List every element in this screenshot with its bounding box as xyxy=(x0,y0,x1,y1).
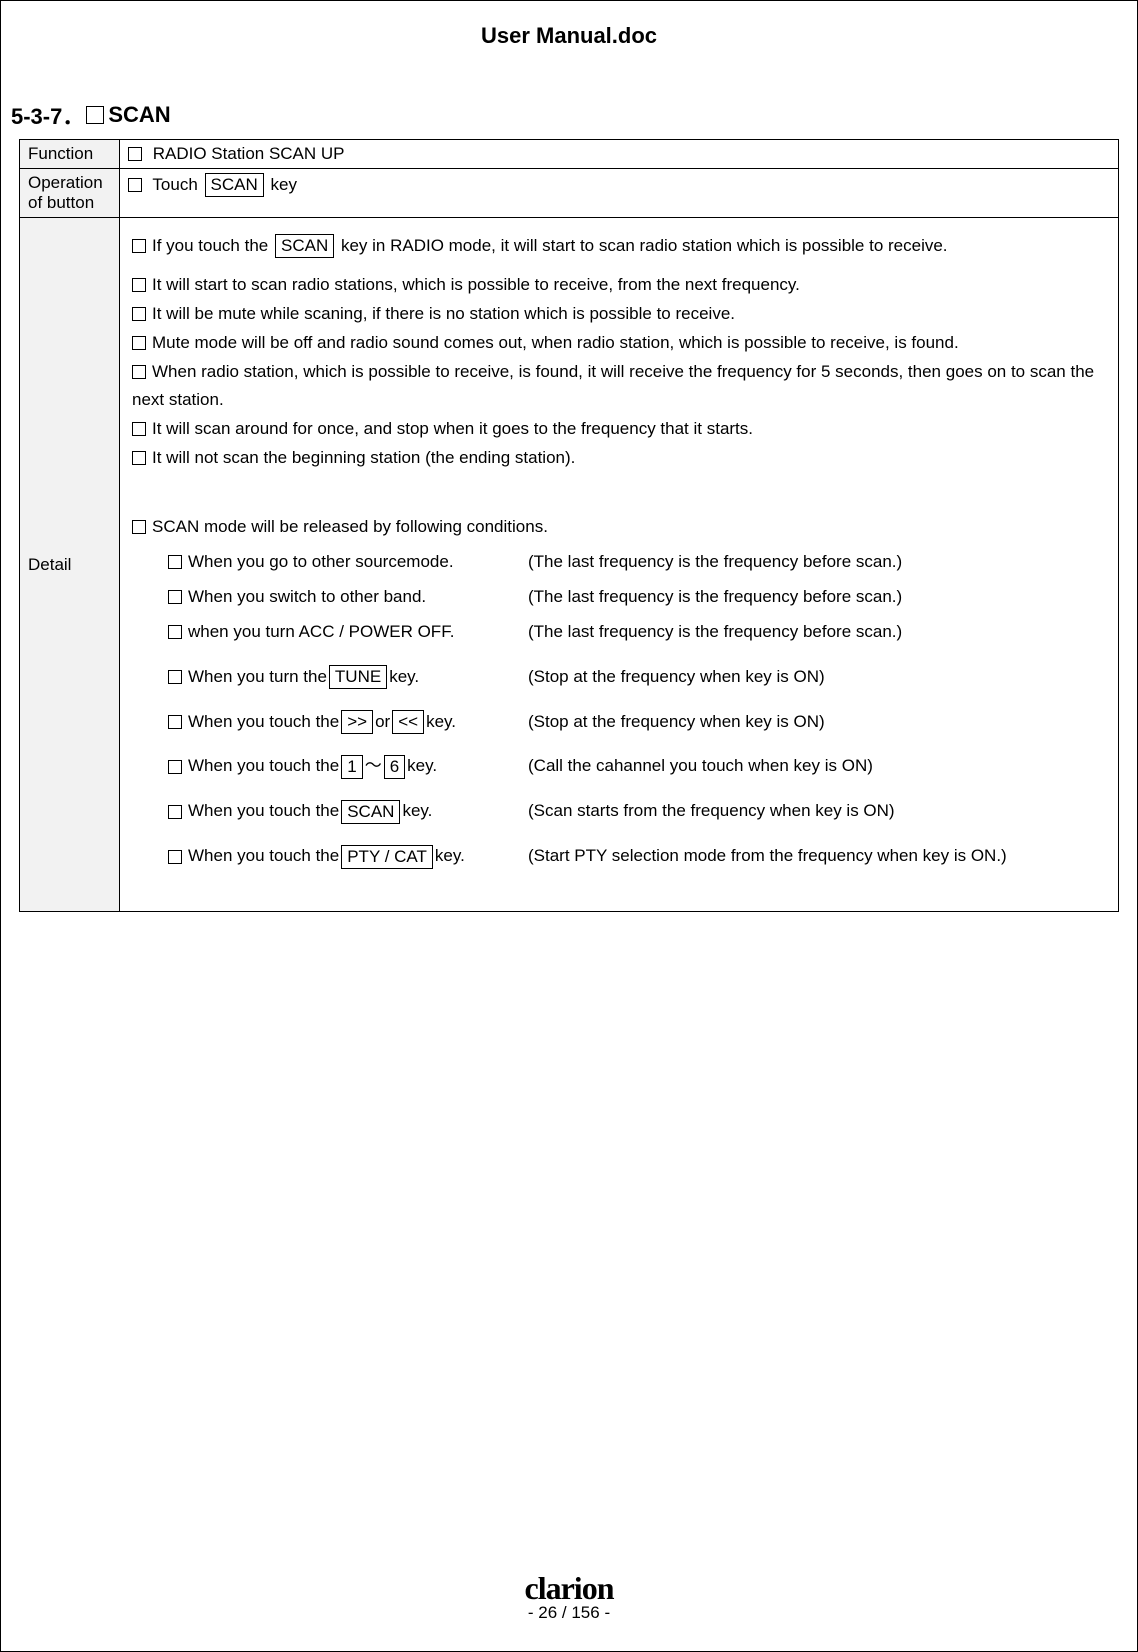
key-scan: SCAN xyxy=(205,173,264,197)
release-row: When you turn the TUNE key.(Stop at the … xyxy=(168,663,1106,692)
checkbox-icon xyxy=(132,336,146,350)
checkbox-icon xyxy=(168,555,182,569)
operation-post: key xyxy=(271,175,297,194)
detail-line: If you touch the SCAN key in RADIO mode,… xyxy=(132,232,1106,261)
release-result: (Start PTY selection mode from the frequ… xyxy=(528,842,1106,871)
release-condition: When you switch to other band. xyxy=(168,583,528,612)
page-frame: User Manual.doc 5-3-7． SCAN Function RAD… xyxy=(0,0,1138,1652)
detail-line: It will scan around for once, and stop w… xyxy=(132,415,1106,444)
key-cap: SCAN xyxy=(275,234,334,258)
checkbox-icon xyxy=(86,106,104,124)
release-result: (Stop at the frequency when key is ON) xyxy=(528,663,1106,692)
checkbox-icon xyxy=(168,805,182,819)
release-heading: SCAN mode will be released by following … xyxy=(132,513,1106,542)
detail-line: It will start to scan radio stations, wh… xyxy=(132,271,1106,300)
checkbox-icon xyxy=(128,147,142,161)
key-cap: 6 xyxy=(384,755,405,779)
release-condition: When you touch the PTY / CAT key. xyxy=(168,842,528,871)
checkbox-icon xyxy=(168,625,182,639)
cell-operation: Touch SCAN key xyxy=(120,169,1119,218)
release-condition: when you turn ACC / POWER OFF. xyxy=(168,618,528,647)
checkbox-icon xyxy=(168,760,182,774)
release-row: When you switch to other band.(The last … xyxy=(168,583,1106,612)
release-condition: When you touch the SCAN key. xyxy=(168,797,528,826)
release-condition: When you go to other sourcemode. xyxy=(168,548,528,577)
release-condition: When you touch the 1 〜 6 key. xyxy=(168,752,528,781)
detail-line: It will not scan the beginning station (… xyxy=(132,444,1106,473)
release-result: (Call the cahannel you touch when key is… xyxy=(528,752,1106,781)
page-footer: clarion - 26 / 156 - xyxy=(1,1570,1137,1623)
release-row: When you go to other sourcemode.(The las… xyxy=(168,548,1106,577)
release-condition: When you turn the TUNE key. xyxy=(168,663,528,692)
checkbox-icon xyxy=(132,239,146,253)
release-row: When you touch the PTY / CAT key.(Start … xyxy=(168,842,1106,871)
label-detail: Detail xyxy=(20,218,120,912)
cell-function: RADIO Station SCAN UP xyxy=(120,140,1119,169)
checkbox-icon xyxy=(168,850,182,864)
checkbox-icon xyxy=(128,178,142,192)
checkbox-icon xyxy=(132,451,146,465)
detail-line: When radio station, which is possible to… xyxy=(132,358,1106,416)
checkbox-icon xyxy=(168,670,182,684)
checkbox-icon xyxy=(132,520,146,534)
checkbox-icon xyxy=(132,422,146,436)
release-row: when you turn ACC / POWER OFF.(The last … xyxy=(168,618,1106,647)
checkbox-icon xyxy=(132,365,146,379)
checkbox-icon xyxy=(132,307,146,321)
label-function: Function xyxy=(20,140,120,169)
release-condition: When you touch the >> or << key. xyxy=(168,708,528,737)
release-result: (The last frequency is the frequency bef… xyxy=(528,618,1106,647)
key-cap: 1 xyxy=(341,755,362,779)
checkbox-icon xyxy=(132,278,146,292)
key-cap: TUNE xyxy=(329,665,387,689)
detail-line: Mute mode will be off and radio sound co… xyxy=(132,329,1106,358)
section-title: SCAN xyxy=(108,102,170,128)
operation-pre: Touch xyxy=(152,175,197,194)
document-title: User Manual.doc xyxy=(1,23,1137,49)
spec-table: Function RADIO Station SCAN UP Operation… xyxy=(19,139,1119,912)
section-number: 5-3-7． xyxy=(11,99,84,131)
release-result: (Stop at the frequency when key is ON) xyxy=(528,708,1106,737)
key-cap: PTY / CAT xyxy=(341,845,433,869)
release-row: When you touch the SCAN key.(Scan starts… xyxy=(168,797,1106,826)
release-row: When you touch the >> or << key.(Stop at… xyxy=(168,708,1106,737)
key-cap: << xyxy=(392,710,424,734)
page-number: - 26 / 156 - xyxy=(1,1603,1137,1623)
key-cap: >> xyxy=(341,710,373,734)
key-cap: SCAN xyxy=(341,800,400,824)
release-row: When you touch the 1 〜 6 key.(Call the c… xyxy=(168,752,1106,781)
release-result: (The last frequency is the frequency bef… xyxy=(528,583,1106,612)
function-text: RADIO Station SCAN UP xyxy=(153,144,345,163)
checkbox-icon xyxy=(168,590,182,604)
cell-detail: If you touch the SCAN key in RADIO mode,… xyxy=(120,218,1119,912)
release-result: (Scan starts from the frequency when key… xyxy=(528,797,1106,826)
section-heading: 5-3-7． SCAN xyxy=(11,99,1137,131)
release-result: (The last frequency is the frequency bef… xyxy=(528,548,1106,577)
label-operation: Operation of button xyxy=(20,169,120,218)
detail-line: It will be mute while scaning, if there … xyxy=(132,300,1106,329)
checkbox-icon xyxy=(168,715,182,729)
brand-logo: clarion xyxy=(1,1570,1137,1607)
